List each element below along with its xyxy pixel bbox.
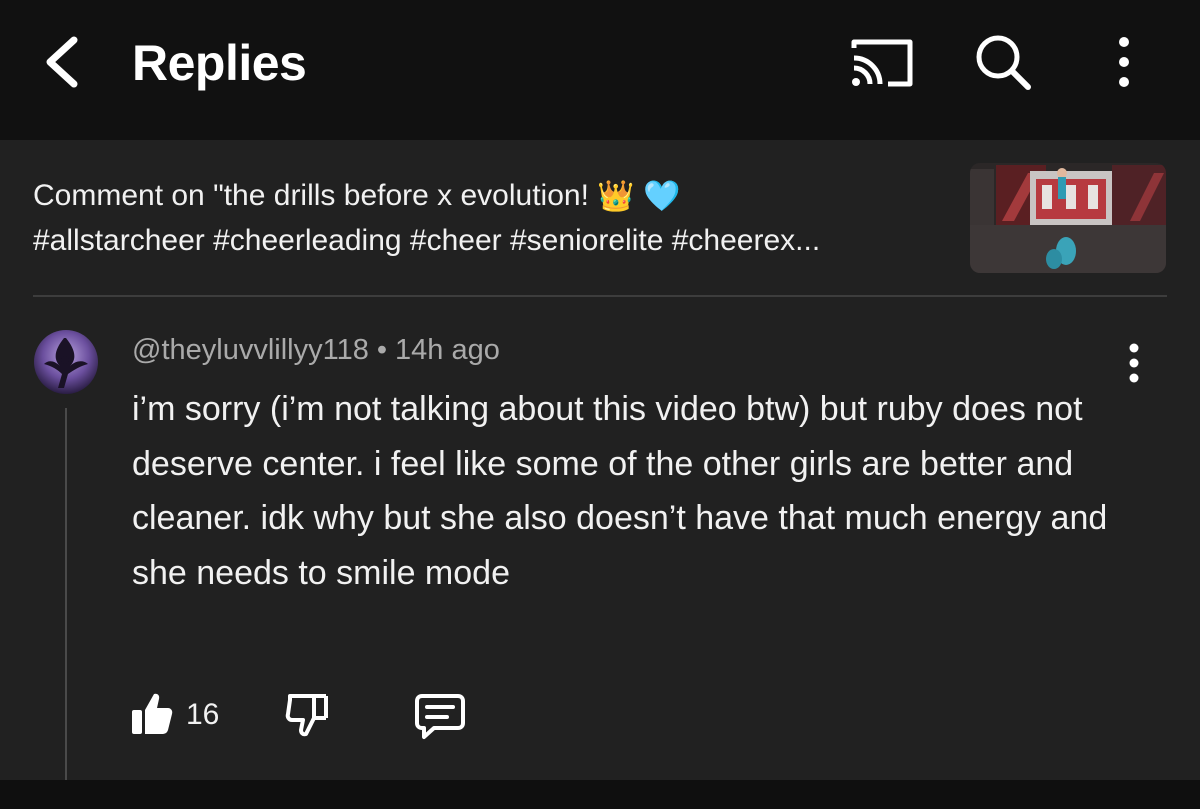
page-title: Replies bbox=[132, 35, 307, 91]
video-comment-line-1: Comment on "the drills before x evolutio… bbox=[33, 174, 933, 219]
reply-thread-line bbox=[65, 408, 67, 809]
avatar[interactable] bbox=[34, 330, 98, 394]
chevron-left-icon bbox=[46, 36, 78, 88]
thumbs-down-icon bbox=[285, 694, 328, 737]
cast-icon bbox=[851, 39, 913, 87]
crown-emoji: 👑 bbox=[597, 180, 635, 214]
divider bbox=[33, 295, 1167, 297]
comment-timestamp: 14h ago bbox=[395, 334, 500, 366]
video-comment-context[interactable]: Comment on "the drills before x evolutio… bbox=[33, 174, 933, 263]
more-options-button[interactable] bbox=[1106, 34, 1142, 90]
video-hashtags: #allstarcheer #cheerleading #cheer #seni… bbox=[33, 224, 821, 258]
search-icon bbox=[976, 35, 1031, 90]
comment-more-button[interactable] bbox=[1118, 342, 1150, 386]
more-vert-icon bbox=[1129, 343, 1139, 383]
light-blue-heart-emoji: 🩵 bbox=[642, 180, 681, 214]
reply-button[interactable] bbox=[414, 692, 466, 740]
comment-author[interactable]: @theyluvvlillyy118 bbox=[132, 334, 369, 366]
cast-button[interactable] bbox=[848, 34, 916, 92]
app-bar: Replies bbox=[0, 0, 1200, 140]
like-button[interactable] bbox=[130, 690, 174, 738]
reply-comment-icon bbox=[415, 694, 465, 739]
video-thumbnail[interactable] bbox=[970, 163, 1166, 273]
search-button[interactable] bbox=[972, 32, 1034, 92]
comment-meta: @theyluvvlillyy118 • 14h ago bbox=[132, 334, 500, 367]
like-count: 16 bbox=[186, 698, 220, 731]
video-title-text: Comment on "the drills before x evolutio… bbox=[33, 179, 598, 212]
back-button[interactable] bbox=[38, 32, 88, 92]
comment-text: i’m sorry (i’m not talking about this vi… bbox=[132, 390, 1108, 592]
thumbs-up-icon bbox=[132, 693, 173, 734]
bottom-area bbox=[0, 780, 1200, 809]
more-vert-icon bbox=[1119, 37, 1129, 87]
dislike-button[interactable] bbox=[284, 690, 330, 738]
meta-separator: • bbox=[376, 334, 387, 366]
